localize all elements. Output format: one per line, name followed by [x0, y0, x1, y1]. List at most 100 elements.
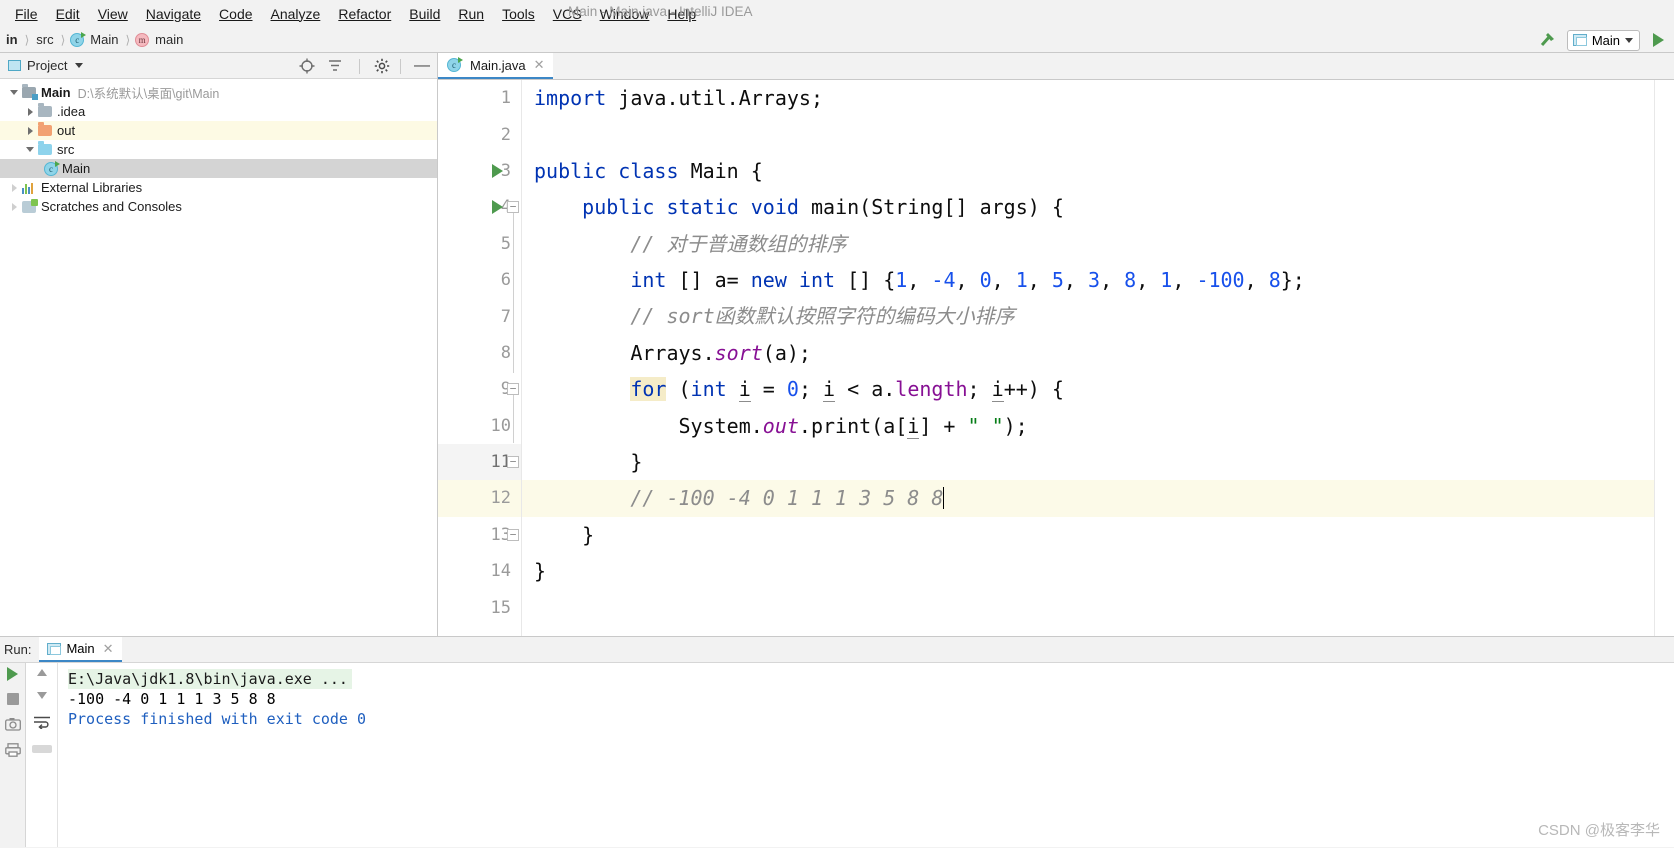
array-value: 1: [895, 267, 908, 292]
stop-icon[interactable]: [6, 693, 19, 705]
menu-item-edit[interactable]: Edit: [47, 3, 89, 25]
code-line-11[interactable]: }: [522, 444, 1654, 480]
main-content: Project — Main D:\系统默认\桌面\git\Main .idea…: [0, 53, 1674, 636]
run-tab-label: Main: [66, 641, 95, 656]
application-icon: [1572, 34, 1587, 46]
tree-node-out[interactable]: out: [0, 121, 437, 140]
code-text-area[interactable]: import java.util.Arrays; public class Ma…: [522, 80, 1654, 636]
class-ref-arrays: Arrays.: [630, 340, 715, 365]
build-project-button[interactable]: [1535, 29, 1561, 51]
code-line-13[interactable]: }: [522, 517, 1654, 553]
chevron-down-icon[interactable]: [75, 63, 84, 68]
menu-run-label: Run: [458, 5, 485, 22]
code-line-14[interactable]: }: [522, 553, 1654, 589]
open-brace: {: [750, 158, 763, 183]
run-button[interactable]: [1646, 33, 1670, 47]
code-line-12[interactable]: // -100 -4 0 1 1 1 3 5 8 8: [522, 480, 1654, 517]
run-play-icon: [491, 163, 503, 178]
editor-error-stripe[interactable]: [1654, 80, 1674, 636]
close-icon[interactable]: ✕: [534, 57, 545, 73]
array-open: [] {: [835, 267, 896, 292]
expand-arrow-icon[interactable]: [6, 90, 22, 95]
fold-marker-collapse-icon[interactable]: −: [507, 201, 519, 213]
comment-text: // sort函数默认按照字符的编码大小排序: [630, 304, 1015, 329]
breadcrumb-item-project[interactable]: in: [4, 32, 20, 47]
class-name: Main: [690, 158, 739, 183]
keyword-int: int: [630, 267, 667, 292]
tree-node-label: Scratches and Consoles: [41, 199, 182, 214]
run-tab-main[interactable]: Main ✕: [39, 637, 122, 662]
tree-node-main-class[interactable]: c Main: [0, 159, 437, 178]
run-configuration-selector[interactable]: Main: [1566, 29, 1640, 51]
expand-arrow-icon[interactable]: [6, 183, 22, 192]
breadcrumb-separator-icon: ⟩: [125, 32, 131, 47]
menu-item-run[interactable]: Run: [449, 3, 493, 25]
crosshair-icon[interactable]: [299, 58, 315, 74]
print-icon[interactable]: [4, 743, 21, 757]
code-line-6[interactable]: int [] a= new int [] {1, -4, 0, 1, 5, 3,…: [522, 262, 1654, 298]
expand-arrow-icon[interactable]: [22, 126, 38, 135]
expand-arrow-icon[interactable]: [22, 147, 38, 152]
tree-node-scratches[interactable]: Scratches and Consoles: [0, 197, 437, 216]
menu-item-refactor[interactable]: Refactor: [329, 3, 400, 25]
variable-i: i: [738, 377, 751, 403]
expand-arrow-icon[interactable]: [6, 202, 22, 211]
code-line-7[interactable]: // sort函数默认按照字符的编码大小排序: [522, 298, 1654, 334]
gutter-run-marker-class[interactable]: [486, 153, 508, 189]
concat-op: ] +: [919, 413, 968, 438]
tree-node-src[interactable]: src: [0, 140, 437, 159]
editor-tab-main-java[interactable]: c Main.java ✕: [438, 53, 553, 79]
camera-icon[interactable]: [4, 717, 21, 731]
scroll-up-icon[interactable]: [36, 669, 47, 676]
code-line-1[interactable]: import java.util.Arrays;: [522, 80, 1654, 116]
keyword-public: public: [582, 195, 655, 220]
fold-marker-collapse-icon[interactable]: −: [507, 529, 519, 541]
tree-node-idea[interactable]: .idea: [0, 102, 437, 121]
soft-wrap-icon[interactable]: [33, 715, 51, 729]
code-line-4[interactable]: public static void main(String[] args) {: [522, 189, 1654, 225]
code-line-10[interactable]: System.out.print(a[i] + " ");: [522, 408, 1654, 444]
editor-pane: c Main.java ✕ 1 2 3 4 5 6 7 8 9 10 11 12…: [438, 53, 1674, 636]
menu-item-file[interactable]: File: [6, 3, 47, 25]
menu-item-tools[interactable]: Tools: [493, 3, 544, 25]
gear-icon[interactable]: [374, 58, 390, 74]
menu-item-code[interactable]: Code: [210, 3, 261, 25]
scroll-down-icon[interactable]: [36, 692, 47, 699]
tree-node-main-module[interactable]: Main D:\系统默认\桌面\git\Main: [0, 83, 437, 102]
scroll-end-icon[interactable]: [31, 745, 52, 753]
semicolon: ;: [798, 377, 824, 402]
menu-item-build[interactable]: Build: [400, 3, 449, 25]
fold-marker-collapse-icon[interactable]: −: [507, 383, 519, 395]
code-line-15[interactable]: [522, 589, 1654, 625]
breadcrumb-item-method[interactable]: main: [153, 32, 185, 47]
menu-item-analyze[interactable]: Analyze: [262, 3, 330, 25]
breadcrumb-item-src[interactable]: src: [34, 32, 55, 47]
code-editor[interactable]: 1 2 3 4 5 6 7 8 9 10 11 12 13 14 15 − − …: [438, 80, 1674, 636]
code-line-5[interactable]: // 对于普通数组的排序: [522, 226, 1654, 262]
java-class-icon: c: [447, 57, 463, 72]
tree-node-external-libraries[interactable]: External Libraries: [0, 178, 437, 197]
gutter-run-marker-main[interactable]: [486, 189, 508, 225]
fold-marker-collapse-icon[interactable]: −: [507, 456, 519, 468]
menu-item-navigate[interactable]: Navigate: [137, 3, 210, 25]
code-line-9[interactable]: for (int i = 0; i < a.length; i++) {: [522, 371, 1654, 407]
editor-gutter[interactable]: 1 2 3 4 5 6 7 8 9 10 11 12 13 14 15 − − …: [438, 80, 522, 636]
breadcrumb-item-class[interactable]: Main: [88, 32, 120, 47]
minimize-icon[interactable]: —: [411, 58, 433, 74]
expand-arrow-icon[interactable]: [22, 107, 38, 116]
menu-item-view[interactable]: View: [89, 3, 137, 25]
console-line-exit-status: Process finished with exit code 0: [68, 710, 367, 728]
increment-tail: ++) {: [1003, 377, 1064, 402]
rerun-icon[interactable]: [7, 667, 18, 681]
code-line-3[interactable]: public class Main {: [522, 153, 1654, 189]
console-output[interactable]: E:\Java\jdk1.8\bin\java.exe ... -100 -4 …: [58, 663, 1674, 847]
close-icon[interactable]: ✕: [103, 641, 114, 657]
fold-region-line: [513, 395, 514, 443]
code-line-8[interactable]: Arrays.sort(a);: [522, 335, 1654, 371]
line-number: 10: [490, 415, 511, 436]
navigation-bar: in ⟩ src ⟩ c Main ⟩ m main Main: [0, 27, 1674, 53]
collapse-all-icon[interactable]: [327, 58, 343, 74]
compare-op: < a.: [835, 377, 896, 402]
code-line-2[interactable]: [522, 116, 1654, 152]
run-toolbar: Main: [1535, 27, 1670, 53]
